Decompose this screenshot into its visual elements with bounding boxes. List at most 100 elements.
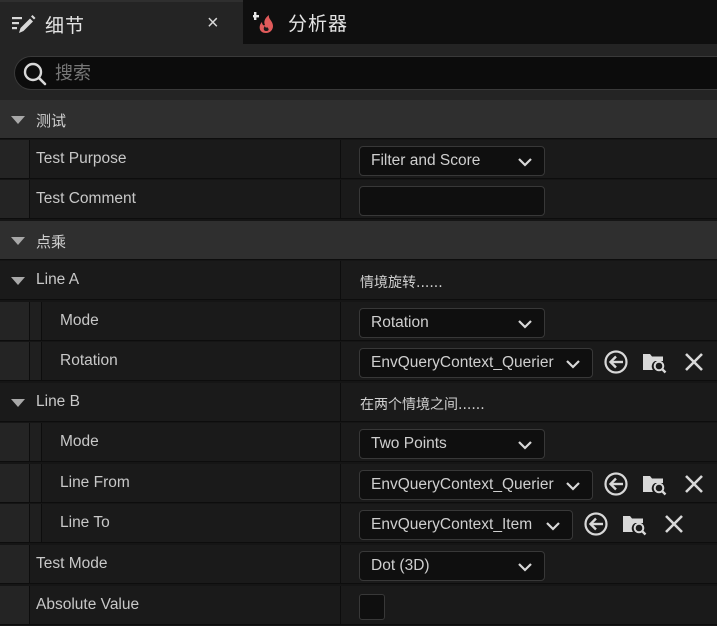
indent-gutter xyxy=(0,545,30,583)
indent-gutter xyxy=(0,464,30,502)
test-mode-dropdown[interactable]: Dot (3D) xyxy=(359,551,545,581)
chevron-down-icon xyxy=(518,563,532,572)
column-splitter[interactable] xyxy=(340,180,341,218)
tab-details-label: 细节 xyxy=(45,16,86,37)
line-a-label: Line A xyxy=(36,271,80,288)
column-splitter[interactable] xyxy=(340,545,341,583)
indent-gutter-nested xyxy=(30,302,42,340)
indent-gutter xyxy=(0,302,30,340)
indent-gutter xyxy=(0,180,30,218)
indent-gutter xyxy=(0,423,30,461)
browse-folder-icon[interactable] xyxy=(640,470,668,498)
column-splitter[interactable] xyxy=(340,140,341,178)
search-input[interactable] xyxy=(55,57,655,89)
chevron-down-icon xyxy=(546,522,560,531)
collapse-arrow-icon[interactable] xyxy=(11,116,25,124)
line-to-value: EnvQueryContext_Item xyxy=(371,516,533,533)
line-to-label: Line To xyxy=(60,514,110,531)
column-splitter[interactable] xyxy=(340,586,341,624)
line-to-dropdown[interactable]: EnvQueryContext_Item xyxy=(359,510,573,540)
test-purpose-label: Test Purpose xyxy=(36,150,127,167)
close-tab-button[interactable]: × xyxy=(207,12,225,34)
browse-folder-icon[interactable] xyxy=(620,510,648,538)
row-line-b-mode: Mode Two Points xyxy=(0,423,717,462)
row-line-from: Line From EnvQueryContext_Querier xyxy=(0,464,717,503)
chevron-down-icon xyxy=(518,441,532,450)
line-b-summary: 在两个情境之间...... xyxy=(360,397,485,413)
column-splitter[interactable] xyxy=(340,302,341,340)
column-splitter[interactable] xyxy=(340,504,341,542)
use-selected-arrow-icon[interactable] xyxy=(582,510,610,538)
search-box[interactable] xyxy=(14,56,717,90)
row-line-a[interactable]: Line A 情境旋转...... xyxy=(0,261,717,300)
clear-x-icon[interactable] xyxy=(680,348,708,376)
line-a-rotation-dropdown[interactable]: EnvQueryContext_Querier xyxy=(359,348,593,378)
search-area xyxy=(0,44,717,100)
line-a-mode-value: Rotation xyxy=(371,314,429,331)
line-a-mode-dropdown[interactable]: Rotation xyxy=(359,308,545,338)
category-test-label: 测试 xyxy=(36,112,67,130)
details-pencil-icon xyxy=(12,15,36,33)
tab-profiler-label: 分析器 xyxy=(288,14,349,35)
browse-folder-icon[interactable] xyxy=(640,348,668,376)
chevron-down-icon xyxy=(566,360,580,369)
chevron-down-icon xyxy=(518,158,532,167)
line-a-summary: 情境旋转...... xyxy=(360,275,443,291)
test-comment-label: Test Comment xyxy=(36,190,136,207)
line-a-mode-label: Mode xyxy=(60,312,99,329)
row-line-a-rotation: Rotation EnvQueryContext_Querier xyxy=(0,342,717,381)
row-line-a-mode: Mode Rotation xyxy=(0,302,717,341)
tab-details[interactable]: 细节 × xyxy=(0,0,243,44)
profiler-flame-icon xyxy=(253,12,273,33)
search-icon xyxy=(23,62,47,86)
line-a-rotation-value: EnvQueryContext_Querier xyxy=(371,354,554,371)
column-splitter[interactable] xyxy=(340,261,341,299)
indent-gutter-nested xyxy=(30,342,42,380)
indent-gutter xyxy=(0,504,30,542)
row-test-purpose: Test Purpose Filter and Score xyxy=(0,140,717,179)
test-mode-value: Dot (3D) xyxy=(371,557,430,574)
line-a-rotation-label: Rotation xyxy=(60,352,118,369)
column-splitter[interactable] xyxy=(340,464,341,502)
row-absolute-value: Absolute Value xyxy=(0,586,717,625)
chevron-down-icon xyxy=(566,482,580,491)
absolute-value-checkbox[interactable] xyxy=(359,594,385,620)
absolute-value-label: Absolute Value xyxy=(36,596,140,613)
clear-x-icon[interactable] xyxy=(680,470,708,498)
indent-gutter xyxy=(0,586,30,624)
collapse-arrow-icon[interactable] xyxy=(11,237,25,245)
use-selected-arrow-icon[interactable] xyxy=(602,348,630,376)
collapse-arrow-icon[interactable] xyxy=(11,399,25,407)
test-comment-input[interactable] xyxy=(359,186,545,216)
line-from-value: EnvQueryContext_Querier xyxy=(371,476,554,493)
line-b-label: Line B xyxy=(36,393,80,410)
line-from-label: Line From xyxy=(60,474,130,491)
test-purpose-dropdown[interactable]: Filter and Score xyxy=(359,146,545,176)
category-dot-label: 点乘 xyxy=(36,233,67,251)
clear-x-icon[interactable] xyxy=(660,510,688,538)
line-b-mode-value: Two Points xyxy=(371,435,447,452)
indent-gutter-nested xyxy=(30,504,42,542)
column-splitter[interactable] xyxy=(340,423,341,461)
use-selected-arrow-icon[interactable] xyxy=(602,470,630,498)
column-splitter[interactable] xyxy=(340,383,341,421)
column-splitter[interactable] xyxy=(340,342,341,380)
indent-gutter xyxy=(0,342,30,380)
line-from-dropdown[interactable]: EnvQueryContext_Querier xyxy=(359,470,593,500)
tab-bar: 细节 × 分析器 xyxy=(0,0,717,44)
test-purpose-value: Filter and Score xyxy=(371,152,481,169)
indent-gutter xyxy=(0,140,30,178)
line-b-mode-dropdown[interactable]: Two Points xyxy=(359,429,545,459)
indent-gutter-nested xyxy=(30,464,42,502)
collapse-arrow-icon[interactable] xyxy=(11,277,25,285)
category-dot-product[interactable]: 点乘 xyxy=(0,221,717,260)
tab-profiler[interactable]: 分析器 xyxy=(245,0,445,44)
category-test[interactable]: 测试 xyxy=(0,100,717,139)
chevron-down-icon xyxy=(518,320,532,329)
row-line-b[interactable]: Line B 在两个情境之间...... xyxy=(0,383,717,422)
row-test-mode: Test Mode Dot (3D) xyxy=(0,545,717,584)
line-b-mode-label: Mode xyxy=(60,433,99,450)
row-line-to: Line To EnvQueryContext_Item xyxy=(0,504,717,543)
test-mode-label: Test Mode xyxy=(36,555,108,572)
row-test-comment: Test Comment xyxy=(0,180,717,219)
